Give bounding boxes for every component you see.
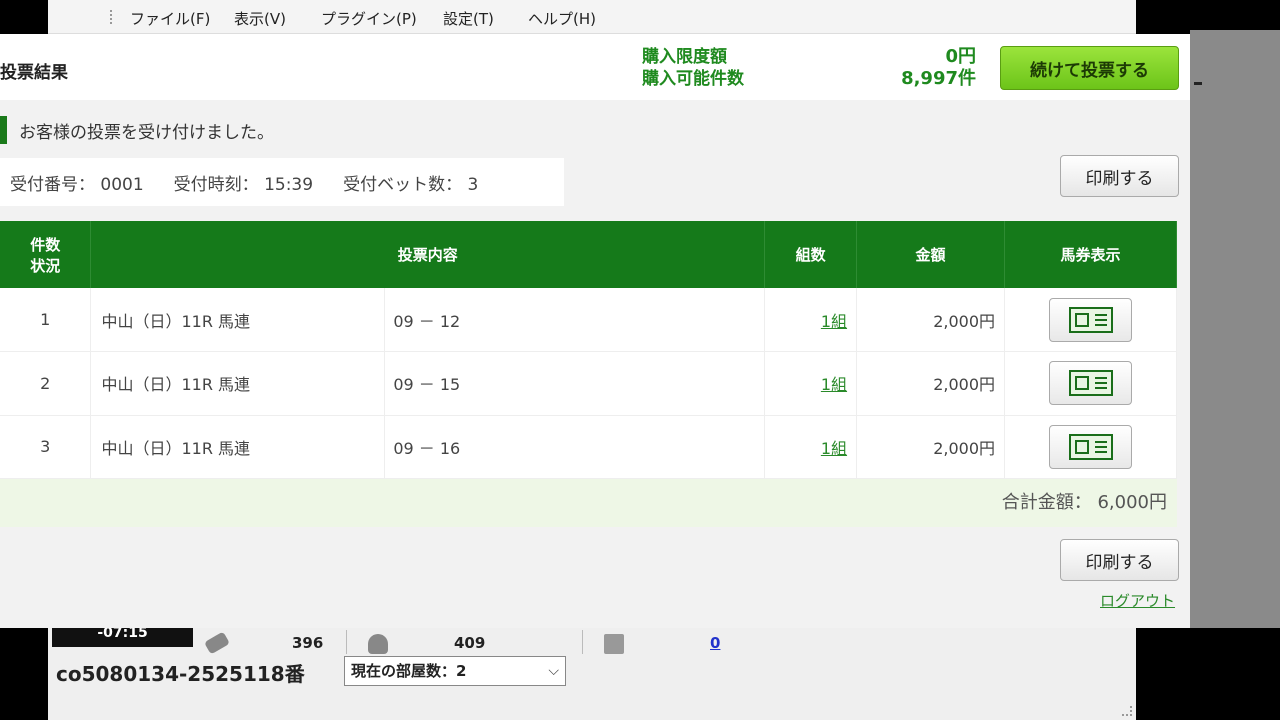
receipt-number: 受付番号： 0001: [10, 174, 144, 195]
background-window: [1190, 30, 1280, 628]
ticket-icon: [1068, 433, 1113, 460]
col-status-label: 状況: [30, 256, 61, 275]
page-title: 投票結果: [0, 63, 68, 83]
table-row: 1 中山（日）11R 馬連 09 － 12 1組 2,000円: [0, 288, 1177, 352]
kumi-link[interactable]: 1組: [821, 439, 847, 458]
continue-betting-button[interactable]: 続けて投票する: [1000, 46, 1179, 90]
col-content: 投票内容: [90, 221, 766, 288]
row-amount: 2,000円: [856, 351, 1005, 416]
available-label: 購入可能件数: [642, 69, 744, 89]
table-row: 2 中山（日）11R 馬連 09 － 15 1組 2,000円: [0, 351, 1177, 416]
accepted-notice: お客様の投票を受け付けました。: [0, 116, 274, 144]
logout-link[interactable]: ログアウト: [1100, 590, 1175, 611]
room-select-value: 現在の部屋数：2: [351, 662, 467, 680]
table-header-row: 件数 状況 投票内容 組数 金額 馬券表示: [0, 221, 1177, 288]
row-race: 中山（日）11R 馬連: [90, 351, 386, 416]
toolbar-grip[interactable]: [110, 10, 112, 24]
ticket-icon: [1068, 306, 1113, 333]
row-ticket-cell: [1004, 351, 1177, 416]
receipt-time: 受付時刻： 15:39: [173, 174, 314, 195]
resize-grip-icon[interactable]: [1122, 706, 1132, 716]
gift-icon: [604, 634, 624, 654]
row-amount: 2,000円: [856, 288, 1005, 352]
menu-settings[interactable]: 設定(T): [443, 8, 494, 29]
stat-count-3[interactable]: 0: [710, 634, 720, 652]
bet-table: 件数 状況 投票内容 組数 金額 馬券表示 1 中山（日）11R 馬連 09 －…: [0, 221, 1177, 479]
bet-result-panel: 投票結果 購入限度額 購入可能件数 0円 8,997件 続けて投票する お客様の…: [0, 34, 1190, 628]
print-button-top[interactable]: 印刷する: [1060, 155, 1179, 197]
row-combination: 09 － 15: [384, 351, 766, 416]
row-race: 中山（日）11R 馬連: [90, 288, 386, 352]
total-amount: 合計金額： 6,000円: [0, 479, 1177, 527]
receipt-bet-count: 受付ベット数： 3: [343, 174, 479, 195]
row-combination: 09 － 12: [384, 288, 766, 352]
menu-view[interactable]: 表示(V): [234, 8, 286, 29]
table-row: 3 中山（日）11R 馬連 09 － 16 1組 2,000円: [0, 415, 1177, 479]
kumi-link[interactable]: 1組: [821, 312, 847, 331]
receipt-info: 受付番号： 0001 受付時刻： 15:39 受付ベット数： 3: [0, 158, 564, 206]
row-kumi-cell: 1組: [764, 288, 858, 352]
col-ticket: 馬券表示: [1004, 221, 1177, 288]
limit-values: 0円 8,997件: [870, 46, 976, 90]
col-count-label: 件数: [30, 235, 61, 254]
row-combination: 09 － 16: [384, 415, 766, 479]
menu-file[interactable]: ファイル(F): [130, 8, 210, 29]
limit-value: 0円: [945, 46, 976, 67]
tag-icon: [203, 631, 231, 655]
notice-accent-bar: [0, 116, 7, 144]
row-ticket-cell: [1004, 288, 1177, 352]
show-ticket-button[interactable]: [1049, 424, 1132, 469]
available-value: 8,997件: [901, 68, 976, 89]
print-button-bottom[interactable]: 印刷する: [1060, 539, 1179, 581]
ticket-icon: [1068, 370, 1113, 397]
row-race: 中山（日）11R 馬連: [90, 415, 386, 479]
row-kumi-cell: 1組: [764, 415, 858, 479]
community-room-id: co5080134-2525118番: [56, 662, 305, 686]
chevron-down-icon: ⌵: [548, 663, 559, 679]
room-count-select[interactable]: 現在の部屋数：2 ⌵: [344, 656, 566, 686]
show-ticket-button[interactable]: [1049, 361, 1132, 406]
menu-plugin[interactable]: プラグイン(P): [321, 8, 417, 29]
stat-count-2: 409: [454, 634, 486, 652]
kumi-link[interactable]: 1組: [821, 375, 847, 394]
col-kumi: 組数: [764, 221, 858, 288]
row-number: 2: [0, 351, 92, 416]
row-kumi-cell: 1組: [764, 351, 858, 416]
notice-text: お客様の投票を受け付けました。: [19, 122, 274, 143]
person-icon: [368, 634, 388, 654]
result-header: 投票結果 購入限度額 購入可能件数 0円 8,997件 続けて投票する: [0, 34, 1190, 100]
limit-labels: 購入限度額 購入可能件数: [642, 46, 744, 90]
col-count-status: 件数 状況: [0, 221, 92, 288]
divider: [582, 630, 583, 654]
row-amount: 2,000円: [856, 415, 1005, 479]
show-ticket-button[interactable]: [1049, 297, 1132, 342]
menu-help[interactable]: ヘルプ(H): [528, 8, 596, 29]
col-amount: 金額: [856, 221, 1005, 288]
row-number: 3: [0, 415, 92, 479]
elapsed-time: -07:15: [52, 628, 193, 647]
row-number: 1: [0, 288, 92, 352]
stat-count-1: 396: [292, 634, 324, 652]
broadcast-status-bar: -07:15 396 409 0 co5080134-2525118番 現在の部…: [48, 628, 1136, 720]
menu-bar: ファイル(F) 表示(V) プラグイン(P) 設定(T) ヘルプ(H): [48, 0, 1136, 34]
row-ticket-cell: [1004, 415, 1177, 479]
divider: [346, 630, 347, 654]
limit-label: 購入限度額: [642, 47, 727, 67]
